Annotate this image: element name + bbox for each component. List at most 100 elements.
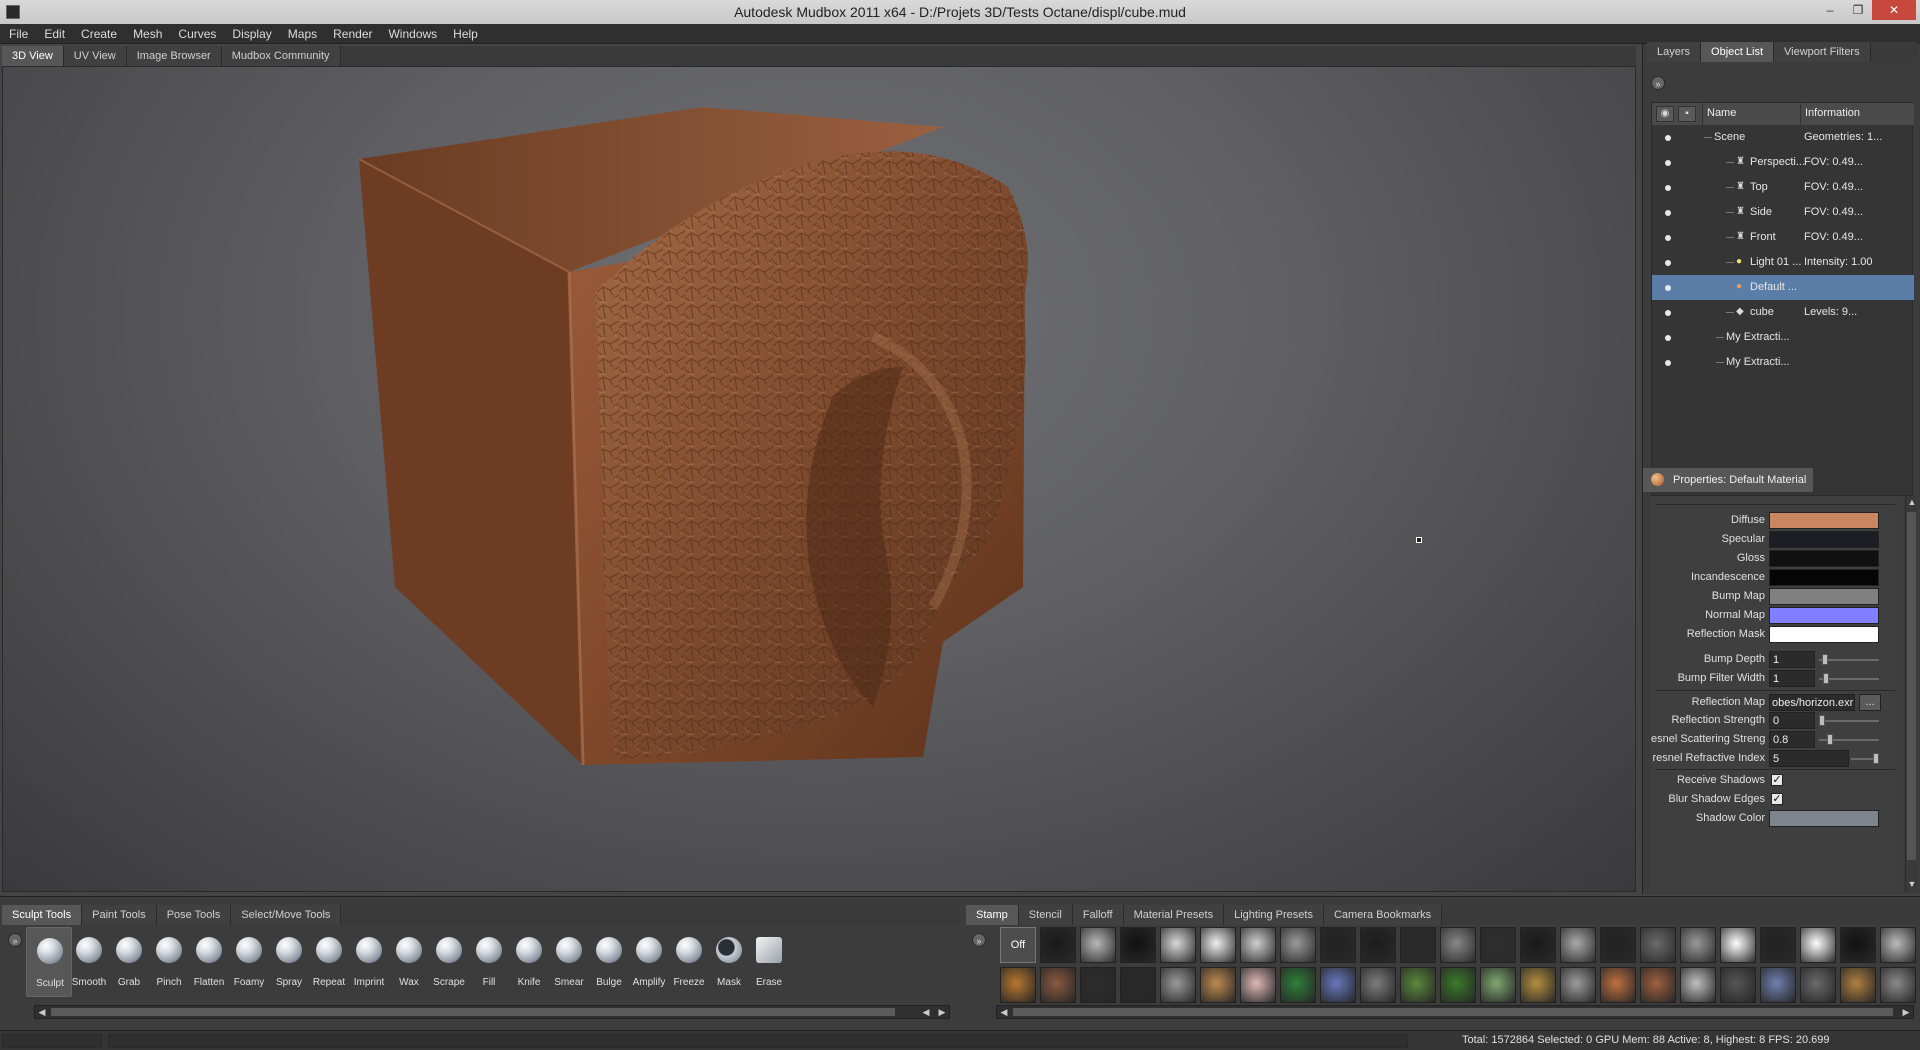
- object-row[interactable]: ● Default ...: [1652, 275, 1914, 300]
- refractive-index-input[interactable]: 5: [1769, 750, 1849, 767]
- visibility-dot-icon[interactable]: [1665, 260, 1671, 266]
- stamp-thumbnail[interactable]: [1080, 927, 1116, 963]
- tab-select-move-tools[interactable]: Select/Move Tools: [231, 905, 342, 925]
- stamp-thumbnail[interactable]: [1040, 927, 1076, 963]
- stamp-thumbnail[interactable]: [1520, 967, 1556, 1003]
- visibility-dot-icon[interactable]: [1665, 235, 1671, 241]
- tab-lighting-presets[interactable]: Lighting Presets: [1224, 905, 1324, 925]
- visibility-dot-icon[interactable]: [1665, 135, 1671, 141]
- stamp-thumbnail[interactable]: [1200, 967, 1236, 1003]
- stamp-thumbnail[interactable]: [1720, 967, 1756, 1003]
- visibility-dot-icon[interactable]: [1665, 160, 1671, 166]
- properties-scrollbar[interactable]: ▲ ▼: [1905, 496, 1917, 892]
- tool-tray-scrollbar[interactable]: ◀ ◀ ▶: [34, 1005, 950, 1019]
- stamp-thumbnail[interactable]: [1280, 927, 1316, 963]
- bump-depth-input[interactable]: 1: [1769, 651, 1815, 668]
- stamp-thumbnail[interactable]: [1560, 927, 1596, 963]
- tab-paint-tools[interactable]: Paint Tools: [82, 905, 157, 925]
- stamp-tray-scroll-thumb[interactable]: [1013, 1008, 1893, 1016]
- 3d-viewport[interactable]: [2, 66, 1636, 892]
- stamp-thumbnail[interactable]: [1000, 967, 1036, 1003]
- scroll-right-icon[interactable]: ▶: [935, 1006, 949, 1018]
- bump-filter-width-input[interactable]: 1: [1769, 670, 1815, 687]
- stamp-thumbnail[interactable]: [1520, 927, 1556, 963]
- tab-uv-view[interactable]: UV View: [63, 46, 127, 66]
- stamp-thumbnail[interactable]: [1880, 967, 1916, 1003]
- tab-3d-view[interactable]: 3D View: [2, 46, 64, 66]
- color-swatch[interactable]: [1769, 550, 1879, 567]
- stamp-thumbnail[interactable]: [1680, 967, 1716, 1003]
- visibility-dot-icon[interactable]: [1665, 360, 1671, 366]
- tool-erase[interactable]: Erase: [746, 927, 792, 997]
- blur-shadow-edges-checkbox[interactable]: ✓: [1771, 793, 1783, 805]
- lock-column-icon[interactable]: ▪: [1678, 106, 1696, 122]
- tab-falloff[interactable]: Falloff: [1072, 905, 1124, 925]
- tab-image-browser[interactable]: Image Browser: [126, 46, 222, 66]
- stamp-thumbnail[interactable]: [1400, 967, 1436, 1003]
- stamp-thumbnail[interactable]: [1840, 967, 1876, 1003]
- scroll-down-icon[interactable]: ▼: [1905, 878, 1919, 890]
- menu-create[interactable]: Create: [72, 24, 124, 41]
- tab-material-presets[interactable]: Material Presets: [1123, 905, 1225, 925]
- stamp-thumbnail[interactable]: [1240, 967, 1276, 1003]
- tab-sculpt-tools[interactable]: Sculpt Tools: [2, 905, 83, 925]
- tab-viewport-filters[interactable]: Viewport Filters: [1774, 42, 1871, 62]
- scattering-strength-slider-knob[interactable]: [1827, 734, 1834, 745]
- reflection-strength-slider-knob[interactable]: [1819, 715, 1825, 726]
- visibility-dot-icon[interactable]: [1665, 210, 1671, 216]
- stamp-thumbnail[interactable]: [1360, 927, 1396, 963]
- color-swatch[interactable]: [1769, 569, 1879, 586]
- scroll-up-icon[interactable]: ▲: [1905, 496, 1919, 508]
- stamp-thumbnail[interactable]: [1240, 927, 1276, 963]
- stamp-thumbnail[interactable]: [1200, 927, 1236, 963]
- menu-maps[interactable]: Maps: [279, 24, 324, 41]
- reflection-map-path-input[interactable]: obes/horizon.exr: [1769, 694, 1855, 711]
- tab-stencil[interactable]: Stencil: [1018, 905, 1073, 925]
- menu-file[interactable]: File: [0, 24, 35, 41]
- visibility-dot-icon[interactable]: [1665, 310, 1671, 316]
- stamp-thumbnail[interactable]: [1480, 927, 1516, 963]
- reflection-strength-slider-track[interactable]: [1819, 720, 1879, 722]
- object-row[interactable]: My Extracti...: [1652, 325, 1914, 350]
- column-name[interactable]: Name: [1702, 103, 1798, 125]
- collapse-stamp-tray-icon[interactable]: »: [972, 933, 986, 947]
- bump-depth-slider-track[interactable]: [1819, 659, 1879, 661]
- receive-shadows-checkbox[interactable]: ✓: [1771, 774, 1783, 786]
- close-button[interactable]: ✕: [1872, 0, 1916, 20]
- minimize-button[interactable]: –: [1816, 0, 1844, 20]
- shadow-color-swatch[interactable]: [1769, 810, 1879, 827]
- object-row[interactable]: ♜ Top FOV: 0.49...: [1652, 175, 1914, 200]
- menu-windows[interactable]: Windows: [379, 24, 444, 41]
- reflection-map-browse-button[interactable]: ...: [1859, 694, 1881, 711]
- visibility-dot-icon[interactable]: [1665, 335, 1671, 341]
- menu-render[interactable]: Render: [324, 24, 379, 41]
- tab-object-list[interactable]: Object List: [1701, 42, 1774, 62]
- collapse-panel-icon[interactable]: »: [1651, 76, 1665, 90]
- stamp-thumbnail[interactable]: [1760, 967, 1796, 1003]
- bump-depth-slider-knob[interactable]: [1821, 654, 1828, 665]
- color-swatch[interactable]: [1769, 626, 1879, 643]
- bump-filter-width-slider-knob[interactable]: [1823, 673, 1830, 684]
- stamp-thumbnail[interactable]: [1320, 967, 1356, 1003]
- tab-camera-bookmarks[interactable]: Camera Bookmarks: [1323, 905, 1443, 925]
- visibility-column-eye-icon[interactable]: ◉: [1656, 106, 1674, 122]
- object-row[interactable]: ♜ Front FOV: 0.49...: [1652, 225, 1914, 250]
- stamp-thumbnail[interactable]: [1760, 927, 1796, 963]
- stamp-thumbnail[interactable]: [1360, 967, 1396, 1003]
- properties-tab[interactable]: Properties: Default Material: [1643, 468, 1813, 492]
- refractive-index-slider-knob[interactable]: [1873, 753, 1879, 764]
- object-row[interactable]: ♜ Side FOV: 0.49...: [1652, 200, 1914, 225]
- visibility-dot-icon[interactable]: [1665, 185, 1671, 191]
- object-row[interactable]: ● Light 01 ... Intensity: 1.00: [1652, 250, 1914, 275]
- stamp-off-button[interactable]: Off: [1000, 927, 1036, 963]
- properties-scroll-thumb[interactable]: [1907, 512, 1916, 860]
- menu-help[interactable]: Help: [444, 24, 485, 41]
- scroll-left-icon[interactable]: ◀: [919, 1006, 933, 1018]
- menu-display[interactable]: Display: [223, 24, 278, 41]
- stamp-thumbnail[interactable]: [1320, 927, 1356, 963]
- stamp-tray-scrollbar[interactable]: ◀ ▶: [996, 1005, 1914, 1019]
- stamp-thumbnail[interactable]: [1120, 927, 1156, 963]
- stamp-thumbnail[interactable]: [1560, 967, 1596, 1003]
- color-swatch[interactable]: [1769, 531, 1879, 548]
- restore-button[interactable]: ❐: [1844, 0, 1872, 20]
